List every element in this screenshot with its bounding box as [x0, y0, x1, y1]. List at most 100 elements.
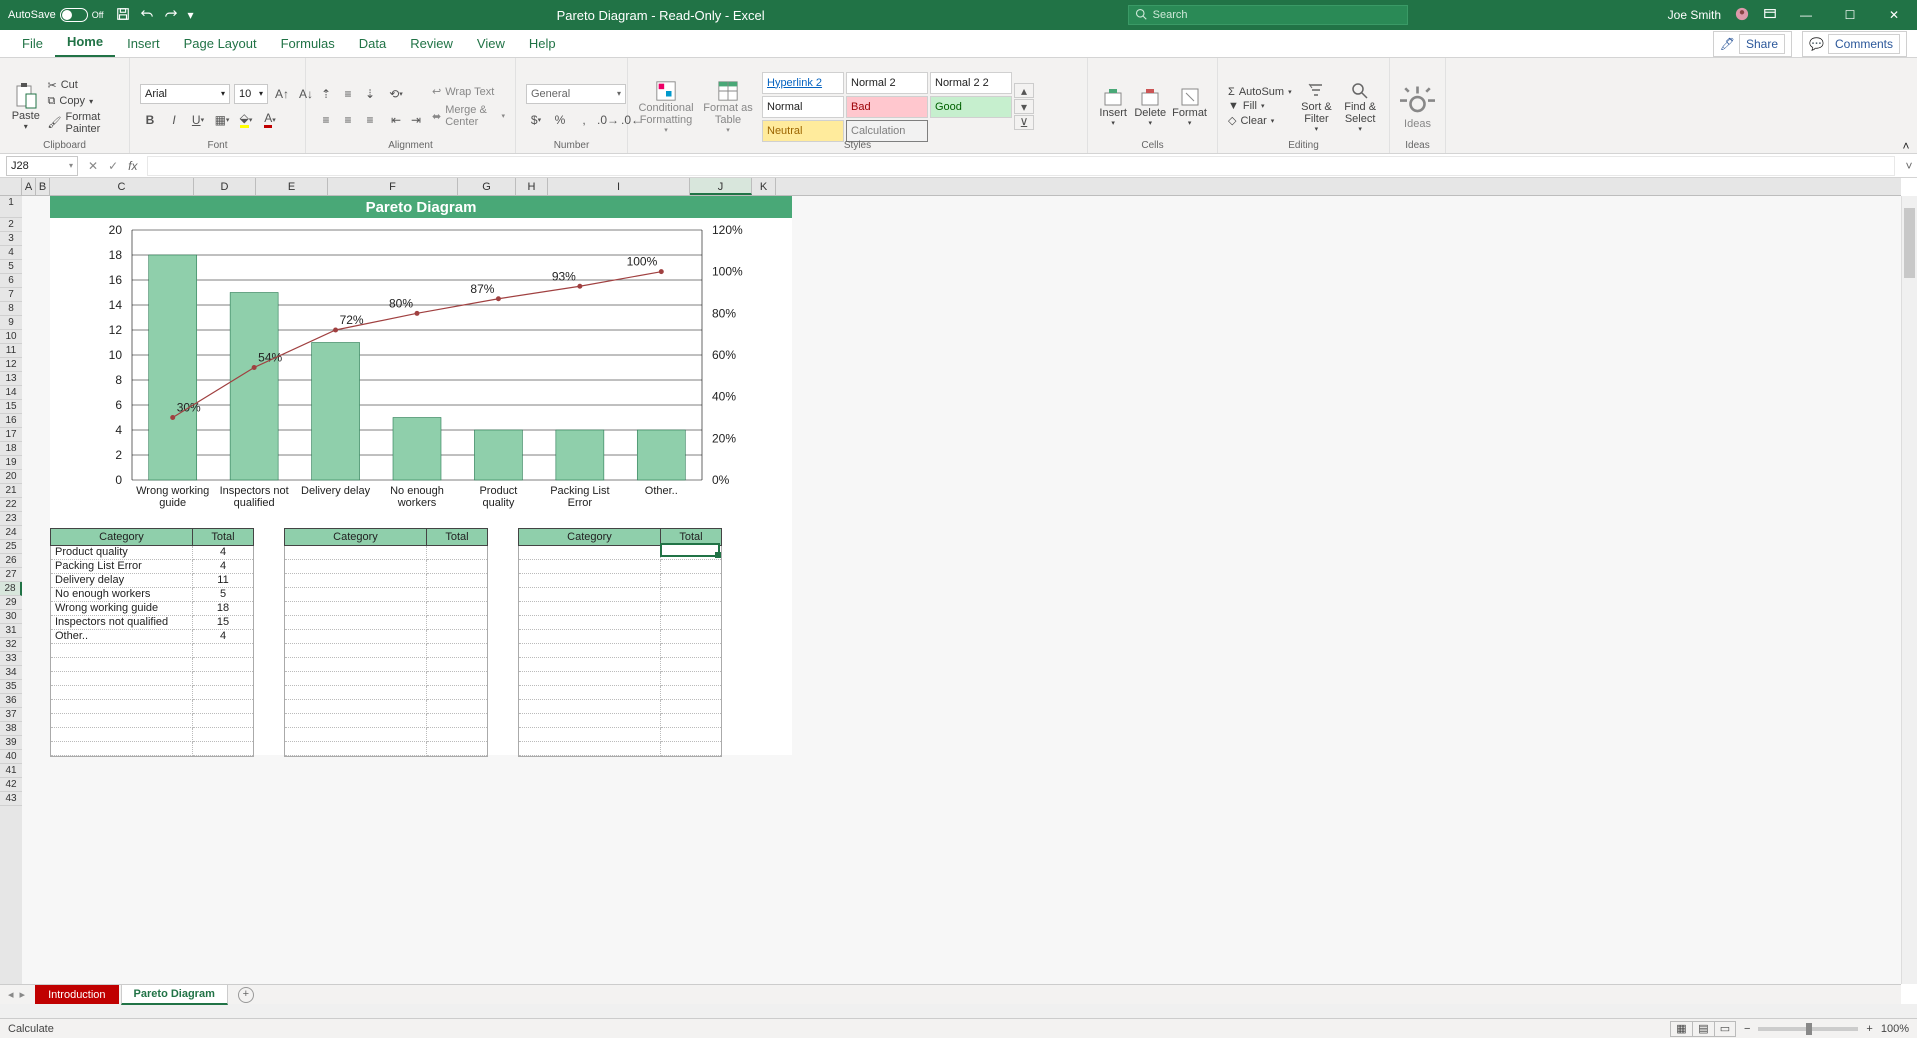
table-row[interactable] — [285, 658, 487, 672]
table-row[interactable]: Product quality4 — [51, 546, 253, 560]
number-format-combo[interactable]: General▾ — [526, 84, 626, 104]
row-header-40[interactable]: 40 — [0, 750, 22, 764]
table-row[interactable]: Other..4 — [51, 630, 253, 644]
page-layout-view-icon[interactable]: ▤ — [1692, 1021, 1714, 1037]
row-header-20[interactable]: 20 — [0, 470, 22, 484]
redo-icon[interactable] — [164, 7, 178, 24]
tab-file[interactable]: File — [10, 30, 55, 57]
tab-nav-prev-icon[interactable]: ◂ — [8, 988, 14, 1001]
zoom-in-icon[interactable]: + — [1866, 1023, 1872, 1035]
row-header-34[interactable]: 34 — [0, 666, 22, 680]
table-row[interactable] — [519, 742, 721, 756]
increase-decimal-icon[interactable]: .0→ — [598, 110, 618, 130]
fill-color-button[interactable]: ⬙▾ — [236, 110, 256, 130]
style-hyperlink2[interactable]: Hyperlink 2 — [762, 72, 844, 94]
user-name[interactable]: Joe Smith — [1668, 8, 1721, 22]
underline-button[interactable]: U▾ — [188, 110, 208, 130]
style-normal22[interactable]: Normal 2 2 — [930, 72, 1012, 94]
row-header-36[interactable]: 36 — [0, 694, 22, 708]
clear-button[interactable]: ◇Clear▾ — [1228, 114, 1292, 127]
undo-icon[interactable] — [140, 7, 154, 24]
row-header-30[interactable]: 30 — [0, 610, 22, 624]
user-avatar-icon[interactable] — [1735, 7, 1749, 24]
autosum-button[interactable]: ΣAutoSum▾ — [1228, 86, 1292, 98]
accounting-format-icon[interactable]: $▾ — [526, 110, 546, 130]
row-header-10[interactable]: 10 — [0, 330, 22, 344]
col-header-F[interactable]: F — [328, 178, 458, 195]
tab-insert[interactable]: Insert — [115, 30, 172, 57]
style-good[interactable]: Good — [930, 96, 1012, 118]
ribbon-display-icon[interactable] — [1763, 7, 1777, 24]
autosave-toggle[interactable]: AutoSave Off — [8, 8, 104, 22]
borders-button[interactable]: ▦▾ — [212, 110, 232, 130]
table-row[interactable] — [519, 588, 721, 602]
percent-format-icon[interactable]: % — [550, 110, 570, 130]
table-row[interactable] — [519, 644, 721, 658]
merge-center-button[interactable]: ⬌Merge & Center▾ — [432, 104, 505, 128]
row-header-22[interactable]: 22 — [0, 498, 22, 512]
table-row[interactable] — [285, 672, 487, 686]
format-cells-button[interactable]: Format▾ — [1172, 62, 1207, 151]
save-icon[interactable] — [116, 7, 130, 24]
style-bad[interactable]: Bad — [846, 96, 928, 118]
format-as-table-button[interactable]: Format as Table▾ — [700, 62, 756, 151]
col-header-G[interactable]: G — [458, 178, 516, 195]
table-row[interactable] — [285, 602, 487, 616]
new-sheet-icon[interactable]: + — [238, 987, 254, 1003]
insert-cells-button[interactable]: Insert▾ — [1098, 62, 1128, 151]
delete-cells-button[interactable]: Delete▾ — [1134, 62, 1166, 151]
find-select-button[interactable]: Find & Select▾ — [1341, 62, 1379, 151]
style-neutral[interactable]: Neutral — [762, 120, 844, 142]
row-header-29[interactable]: 29 — [0, 596, 22, 610]
col-header-D[interactable]: D — [194, 178, 256, 195]
row-header-42[interactable]: 42 — [0, 778, 22, 792]
conditional-formatting-button[interactable]: Conditional Formatting▾ — [638, 62, 694, 151]
cell-styles-gallery[interactable]: Hyperlink 2 Normal 2 Normal 2 2 Normal B… — [762, 72, 1012, 142]
row-header-19[interactable]: 19 — [0, 456, 22, 470]
formula-input[interactable] — [147, 156, 1895, 176]
row-header-16[interactable]: 16 — [0, 414, 22, 428]
zoom-out-icon[interactable]: − — [1744, 1023, 1750, 1035]
row-header-23[interactable]: 23 — [0, 512, 22, 526]
selected-cell[interactable] — [660, 543, 720, 557]
row-header-14[interactable]: 14 — [0, 386, 22, 400]
style-normal[interactable]: Normal — [762, 96, 844, 118]
table-row[interactable] — [519, 630, 721, 644]
tab-view[interactable]: View — [465, 30, 517, 57]
normal-view-icon[interactable]: ▦ — [1670, 1021, 1692, 1037]
row-header-32[interactable]: 32 — [0, 638, 22, 652]
row-header-37[interactable]: 37 — [0, 708, 22, 722]
col-header-J[interactable]: J — [690, 178, 752, 195]
paste-button[interactable]: Paste▾ — [10, 62, 42, 151]
font-name-combo[interactable]: Arial▾ — [140, 84, 230, 104]
collapse-ribbon-icon[interactable]: ˄ — [1895, 58, 1917, 153]
row-header-4[interactable]: 4 — [0, 246, 22, 260]
row-header-3[interactable]: 3 — [0, 232, 22, 246]
gallery-more-icon[interactable]: ⊻ — [1014, 115, 1034, 130]
row-header-27[interactable]: 27 — [0, 568, 22, 582]
tab-data[interactable]: Data — [347, 30, 398, 57]
decrease-indent-icon[interactable]: ⇤ — [386, 110, 406, 130]
row-header-31[interactable]: 31 — [0, 624, 22, 638]
table-row[interactable]: No enough workers5 — [51, 588, 253, 602]
wrap-text-button[interactable]: ↩Wrap Text — [432, 85, 505, 98]
italic-button[interactable]: I — [164, 110, 184, 130]
col-header-C[interactable]: C — [50, 178, 194, 195]
maximize-icon[interactable]: ☐ — [1835, 8, 1865, 22]
row-header-1[interactable]: 1 — [0, 196, 22, 218]
column-headers[interactable]: A B C D E F G H I J K — [0, 178, 1901, 196]
align-middle-icon[interactable]: ≡ — [338, 84, 358, 104]
row-header-38[interactable]: 38 — [0, 722, 22, 736]
bold-button[interactable]: B — [140, 110, 160, 130]
table-row[interactable] — [519, 616, 721, 630]
expand-formula-bar-icon[interactable]: ˅ — [1901, 159, 1917, 173]
table-row[interactable] — [285, 616, 487, 630]
align-left-icon[interactable]: ≡ — [316, 110, 336, 130]
row-header-26[interactable]: 26 — [0, 554, 22, 568]
style-calculation[interactable]: Calculation — [846, 120, 928, 142]
col-header-B[interactable]: B — [36, 178, 50, 195]
table-row[interactable] — [519, 714, 721, 728]
table-row[interactable] — [285, 560, 487, 574]
sheet-tab-introduction[interactable]: Introduction — [35, 985, 118, 1004]
minimize-icon[interactable]: — — [1791, 8, 1821, 22]
